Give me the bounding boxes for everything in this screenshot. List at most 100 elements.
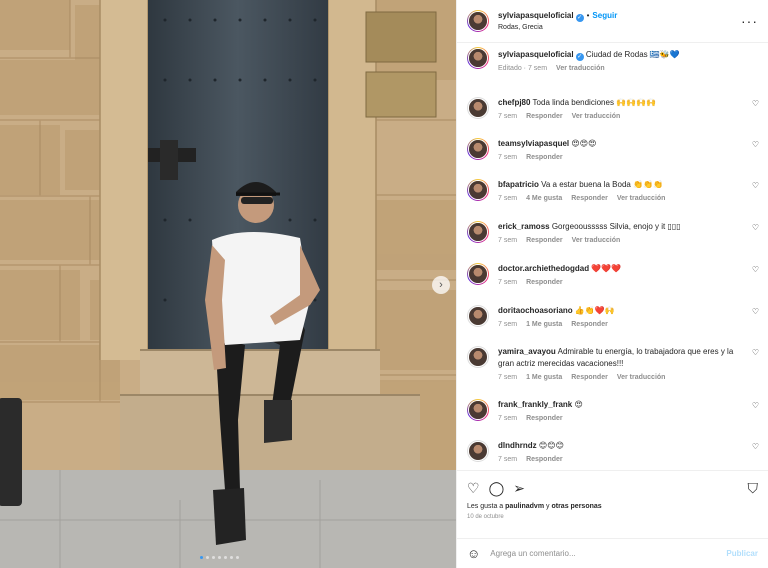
comment-body: bfapatricio Va a estar buena la Boda 👏👏👏… (498, 175, 758, 217)
comment-username[interactable]: chefpj80 (498, 98, 530, 107)
post-side-panel: sylviapasqueloficial ✓ • Seguir Rodas, Grec… (456, 0, 768, 568)
comment-username[interactable]: bfapatricio (498, 180, 539, 189)
follow-button[interactable]: Seguir (592, 11, 617, 20)
reply-link[interactable]: Responder (526, 279, 563, 286)
comment-icon[interactable]: ◯ (489, 479, 505, 497)
reply-link[interactable]: Responder (571, 374, 608, 381)
see-translation-link[interactable]: Ver traducción (617, 195, 666, 202)
publish-button[interactable]: Publicar (726, 549, 758, 558)
carousel-dot (224, 556, 227, 559)
bookmark-icon[interactable]: ⛉ (748, 479, 759, 497)
comment-meta: 7 sem 1 Me gusta Responder (498, 321, 740, 328)
comment-content: 😍😍😍 (571, 139, 597, 148)
post-photo[interactable]: › (0, 0, 456, 568)
carousel-dot (230, 556, 233, 559)
avatar[interactable] (467, 97, 489, 119)
see-translation-link[interactable]: Ver traducción (556, 65, 605, 72)
avatar[interactable] (467, 399, 489, 421)
likes-others[interactable]: otras personas (551, 503, 601, 510)
see-translation-link[interactable]: Ver traducción (572, 113, 621, 120)
likes-joiner: y (546, 503, 550, 510)
likes-count[interactable]: 1 Me gusta (526, 374, 562, 381)
likes-count[interactable]: 1 Me gusta (526, 321, 562, 328)
see-translation-link[interactable]: Ver traducción (617, 374, 666, 381)
avatar[interactable] (467, 10, 489, 32)
next-photo-button[interactable]: › (432, 276, 450, 294)
emoji-icon[interactable]: ☺ (467, 546, 480, 561)
reply-link[interactable]: Responder (526, 456, 563, 463)
heart-icon[interactable]: ♡ (752, 181, 759, 190)
comment-username[interactable]: teamsylviapasquel (498, 139, 569, 148)
list-item: teamsylviapasquel 😍😍😍 7 sem Responder ♡ (457, 134, 768, 175)
reply-link[interactable]: Responder (526, 113, 563, 120)
heart-icon[interactable]: ♡ (752, 99, 759, 108)
avatar[interactable] (467, 346, 489, 368)
heart-icon[interactable]: ♡ (752, 223, 759, 232)
list-item: bfapatricio Va a estar buena la Boda 👏👏👏… (457, 175, 768, 217)
comment-text: yamira_avayou Admirable tu energía, lo t… (498, 346, 740, 370)
heart-icon[interactable]: ♡ (467, 479, 480, 497)
heart-icon[interactable]: ♡ (752, 265, 759, 274)
comment-body: chefpj80 Toda linda bendiciones 🙌🙌🙌🙌 7 s… (498, 93, 758, 134)
heart-icon[interactable]: ♡ (752, 140, 759, 149)
reply-link[interactable]: Responder (526, 415, 563, 422)
comment-content: Toda linda bendiciones 🙌🙌🙌🙌 (532, 98, 657, 107)
comment-meta: 7 sem 1 Me gusta Responder Ver traducción (498, 374, 740, 381)
avatar[interactable] (467, 221, 489, 243)
caption-text: sylviapasqueloficial ✓ Ciudad de Rodas 🇬🇷… (498, 49, 740, 61)
reply-link[interactable]: Responder (571, 195, 608, 202)
avatar[interactable] (467, 138, 489, 160)
comment-text: teamsylviapasquel 😍😍😍 (498, 138, 740, 150)
reply-link[interactable]: Responder (526, 154, 563, 161)
likes-user[interactable]: paulinadvm (505, 503, 544, 510)
comment-time: 7 sem (498, 279, 518, 286)
reply-link[interactable]: Responder (571, 321, 608, 328)
comment-input[interactable]: Agrega un comentario... (490, 549, 726, 558)
comment-body: frank_frankly_frank 😍 7 sem Responder (498, 395, 758, 436)
comment-username[interactable]: doctor.archiethedogdad (498, 264, 589, 273)
comment-username[interactable]: frank_frankly_frank (498, 400, 572, 409)
heart-icon[interactable]: ♡ (752, 401, 759, 410)
heart-icon[interactable]: ♡ (752, 348, 759, 357)
list-item: erick_ramoss Gorgeoousssss Silvia, enojo… (457, 217, 768, 259)
post-actions: ♡ ◯ ➢ ⛉ Les gusta a paulinadvm y otras p… (457, 470, 768, 520)
heart-icon[interactable]: ♡ (752, 442, 759, 451)
avatar[interactable] (467, 263, 489, 285)
avatar[interactable] (467, 179, 489, 201)
comment-username[interactable]: dlndhrndz (498, 441, 537, 450)
comment-time: 7 sem (498, 195, 518, 202)
caption-username[interactable]: sylviapasqueloficial (498, 50, 574, 59)
comment-username[interactable]: erick_ramoss (498, 222, 550, 231)
comment-username[interactable]: doritaochoasoriano (498, 306, 573, 315)
comment-meta: 7 sem 4 Me gusta Responder Ver traducción (498, 195, 740, 202)
avatar[interactable] (467, 440, 489, 462)
heart-icon[interactable]: ♡ (752, 307, 759, 316)
see-translation-link[interactable]: Ver traducción (572, 237, 621, 244)
comment-username[interactable]: yamira_avayou (498, 347, 556, 356)
post-date[interactable]: 10 de octubre (467, 514, 758, 520)
share-icon[interactable]: ➢ (513, 479, 525, 497)
more-icon[interactable]: ··· (741, 13, 758, 29)
reply-link[interactable]: Responder (526, 237, 563, 244)
carousel-dot (212, 556, 215, 559)
comment-time: 7 sem (498, 113, 518, 120)
post-location[interactable]: Rodas, Grecia (498, 22, 741, 34)
comment-meta: 7 sem Responder (498, 279, 740, 286)
header-separator: • (586, 11, 590, 20)
verified-badge-icon: ✓ (575, 53, 584, 61)
caption-meta: Editado · 7 sem Ver traducción (498, 65, 740, 72)
carousel-dots (200, 556, 239, 559)
comment-text: dlndhrndz 😊😊😊 (498, 440, 740, 452)
comment-body: erick_ramoss Gorgeoousssss Silvia, enojo… (498, 217, 758, 259)
likes-count[interactable]: 4 Me gusta (526, 195, 562, 202)
comments-list[interactable]: sylviapasqueloficial ✓ Ciudad de Rodas 🇬🇷… (457, 43, 768, 469)
comment-body: doctor.archiethedogdad ❤️❤️❤️ 7 sem Respo… (498, 259, 758, 301)
avatar[interactable] (467, 47, 489, 69)
comment-body: dlndhrndz 😊😊😊 7 sem Responder (498, 436, 758, 469)
avatar[interactable] (467, 305, 489, 327)
comment-text: doritaochoasoriano 👍👏❤️🙌 (498, 305, 740, 317)
carousel-dot (200, 556, 203, 559)
comment-meta: 7 sem Responder (498, 154, 740, 161)
comment-time: 7 sem (498, 237, 518, 244)
author-username[interactable]: sylviapasqueloficial (498, 11, 574, 20)
